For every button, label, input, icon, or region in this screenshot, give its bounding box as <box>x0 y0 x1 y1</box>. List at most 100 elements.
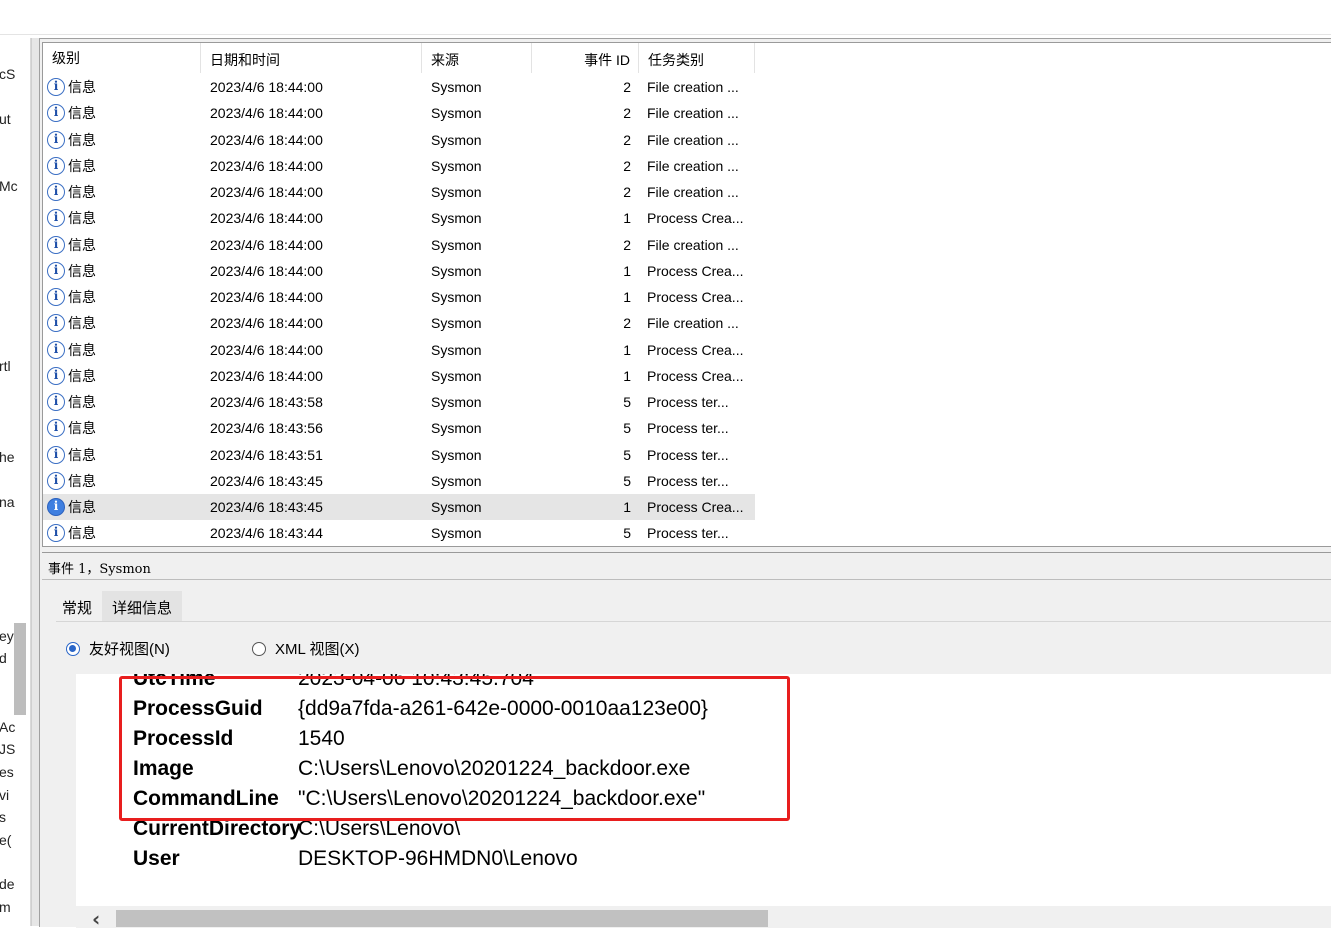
info-icon: i <box>47 78 65 96</box>
info-icon: i <box>47 340 65 359</box>
table-row[interactable]: i 信息 2023/4/6 18:44:00 Sysmon 2 File creation… <box>43 153 755 179</box>
cell-task-category: Process Crea... <box>647 367 744 384</box>
table-row[interactable]: i 信息 2023/4/6 18:43:45 Sysmon 1 Process Crea.… <box>43 494 755 520</box>
table-row[interactable]: i 信息 2023/4/6 18:44:00 Sysmon 2 File creation… <box>43 179 755 205</box>
radio-unselected-icon[interactable] <box>252 641 266 656</box>
column-header-task-category[interactable]: 任务类别 <box>639 43 755 73</box>
table-row[interactable]: i 信息 2023/4/6 18:43:45 Sysmon 5 Process ter..… <box>43 468 755 494</box>
cell-event-id: 2 <box>623 157 631 174</box>
cell-task-category: Process Crea... <box>647 262 744 279</box>
nav-scrollbar-thumb[interactable] <box>14 623 26 715</box>
cell-task-category: File creation ... <box>647 131 739 148</box>
table-row[interactable]: i 信息 2023/4/6 18:43:56 Sysmon 5 Process ter..… <box>43 415 755 441</box>
nav-fragment[interactable]: he <box>0 449 15 465</box>
nav-fragment[interactable]: vi <box>0 787 9 803</box>
nav-fragment[interactable]: na <box>0 494 15 510</box>
table-row[interactable]: i 信息 2023/4/6 18:43:58 Sysmon 5 Process ter..… <box>43 389 755 415</box>
friendly-view-option[interactable]: 友好视图(N) <box>66 638 170 659</box>
tab-general[interactable]: 常规 <box>52 591 102 622</box>
nav-fragment[interactable]: ut <box>0 111 11 127</box>
table-row[interactable]: i 信息 2023/4/6 18:43:51 Sysmon 5 Process ter..… <box>43 442 755 468</box>
table-row[interactable]: i 信息 2023/4/6 18:44:00 Sysmon 1 Process Crea.… <box>43 337 755 363</box>
table-row[interactable]: i 信息 2023/4/6 18:44:00 Sysmon 2 File creation… <box>43 74 755 100</box>
info-icon: i <box>47 130 65 149</box>
info-icon: i <box>47 235 65 254</box>
cell-task-category: Process Crea... <box>647 210 744 227</box>
cell-level: i 信息 <box>43 130 201 150</box>
cell-level: i 信息 <box>43 366 201 386</box>
column-header-source[interactable]: 来源 <box>422 43 532 73</box>
xml-view-label: XML 视图(X) <box>275 641 360 658</box>
window-toolbar <box>0 0 1331 35</box>
nav-fragment[interactable]: es <box>0 764 14 780</box>
column-header-event-id[interactable]: 事件 ID <box>532 43 639 73</box>
column-header-datetime[interactable]: 日期和时间 <box>201 43 422 73</box>
horizontal-scrollbar[interactable]: ‹ <box>76 907 1331 931</box>
table-row[interactable]: i 信息 2023/4/6 18:44:00 Sysmon 1 Process Crea.… <box>43 284 755 310</box>
nav-fragment[interactable]: de <box>0 876 15 892</box>
chevron-left-icon[interactable]: ‹ <box>92 907 100 931</box>
table-row[interactable]: i 信息 2023/4/6 18:43:44 Sysmon 5 Process ter..… <box>43 520 755 546</box>
cell-datetime: 2023/4/6 18:44:00 <box>210 157 323 174</box>
table-row[interactable]: i 信息 2023/4/6 18:44:00 Sysmon 2 File creation… <box>43 127 755 153</box>
cell-level: i 信息 <box>43 392 201 412</box>
info-icon: i <box>47 366 65 385</box>
cell-source: Sysmon <box>431 262 482 279</box>
info-icon: i <box>47 419 65 438</box>
nav-fragment[interactable]: Ac <box>0 719 15 735</box>
nav-fragment[interactable]: Mc <box>0 178 18 194</box>
nav-fragment[interactable]: cS <box>0 66 15 82</box>
nav-fragment[interactable]: rtl <box>0 358 11 374</box>
level-text: 信息 <box>68 236 96 253</box>
cell-task-category: Process Crea... <box>647 289 744 305</box>
xml-view-option[interactable]: XML 视图(X) <box>252 638 359 659</box>
level-text: 信息 <box>68 472 96 489</box>
cell-event-id: 1 <box>623 499 631 515</box>
cell-level: i 信息 <box>43 287 201 307</box>
event-list[interactable]: 级别 日期和时间 来源 事件 ID 任务类别 i 信息 2023/4/6 18:44… <box>42 42 1331 547</box>
cell-datetime: 2023/4/6 18:43:58 <box>210 394 323 410</box>
cell-datetime: 2023/4/6 18:44:00 <box>210 105 323 122</box>
table-row[interactable]: i 信息 2023/4/6 18:44:00 Sysmon 2 File creation… <box>43 232 755 258</box>
nav-fragment[interactable]: JS <box>0 741 15 757</box>
cell-datetime: 2023/4/6 18:44:00 <box>210 79 323 95</box>
level-text: 信息 <box>68 341 96 358</box>
cell-event-id: 5 <box>623 394 631 410</box>
field-row: Image C:\Users\Lenovo\20201224_backdoor.e… <box>133 757 690 781</box>
navigation-pane[interactable]: cS ut Mc rtl he na ey d Ac JS es vi s e(… <box>0 38 31 926</box>
cell-task-category: File creation ... <box>647 105 739 122</box>
nav-fragment[interactable]: m <box>0 899 11 915</box>
cell-event-id: 1 <box>623 262 631 279</box>
cell-level: i 信息 <box>43 418 201 438</box>
cell-source: Sysmon <box>431 289 482 305</box>
level-text: 信息 <box>68 525 96 542</box>
nav-fragment[interactable]: e( <box>0 832 11 848</box>
cell-task-category: File creation ... <box>647 236 739 253</box>
table-row[interactable]: i 信息 2023/4/6 18:44:00 Sysmon 1 Process Crea.… <box>43 363 755 389</box>
column-header-level[interactable]: 级别 <box>43 43 201 73</box>
level-text: 信息 <box>68 262 96 279</box>
table-row[interactable]: i 信息 2023/4/6 18:44:00 Sysmon 1 Process Crea.… <box>43 205 755 231</box>
cell-event-id: 2 <box>623 105 631 122</box>
cell-source: Sysmon <box>431 157 482 174</box>
field-row: CommandLine "C:\Users\Lenovo\20201224_bac… <box>133 787 705 811</box>
cell-source: Sysmon <box>431 184 482 200</box>
nav-fragment[interactable]: s <box>0 809 6 825</box>
table-row[interactable]: i 信息 2023/4/6 18:44:00 Sysmon 2 File creation… <box>43 310 755 336</box>
table-row[interactable]: i 信息 2023/4/6 18:44:00 Sysmon 2 File creation… <box>43 100 755 126</box>
cell-level: i 信息 <box>43 523 201 543</box>
field-row: CurrentDirectoryC:\Users\Lenovo\ <box>133 817 460 841</box>
horizontal-scrollbar-thumb[interactable] <box>116 910 768 927</box>
tab-details[interactable]: 详细信息 <box>102 591 183 622</box>
nav-fragment[interactable]: d <box>0 650 7 666</box>
event-detail-title: 事件 1，Sysmon <box>48 562 151 577</box>
level-text: 信息 <box>68 157 96 174</box>
info-icon: i <box>47 498 65 516</box>
cell-datetime: 2023/4/6 18:44:00 <box>210 341 323 358</box>
radio-selected-icon[interactable] <box>66 641 80 656</box>
cell-task-category: Process Crea... <box>647 341 744 358</box>
cell-event-id: 5 <box>623 446 631 463</box>
nav-fragment[interactable]: ey <box>0 628 14 644</box>
cell-task-category: Process ter... <box>647 472 729 489</box>
table-row[interactable]: i 信息 2023/4/6 18:44:00 Sysmon 1 Process Crea.… <box>43 258 755 284</box>
